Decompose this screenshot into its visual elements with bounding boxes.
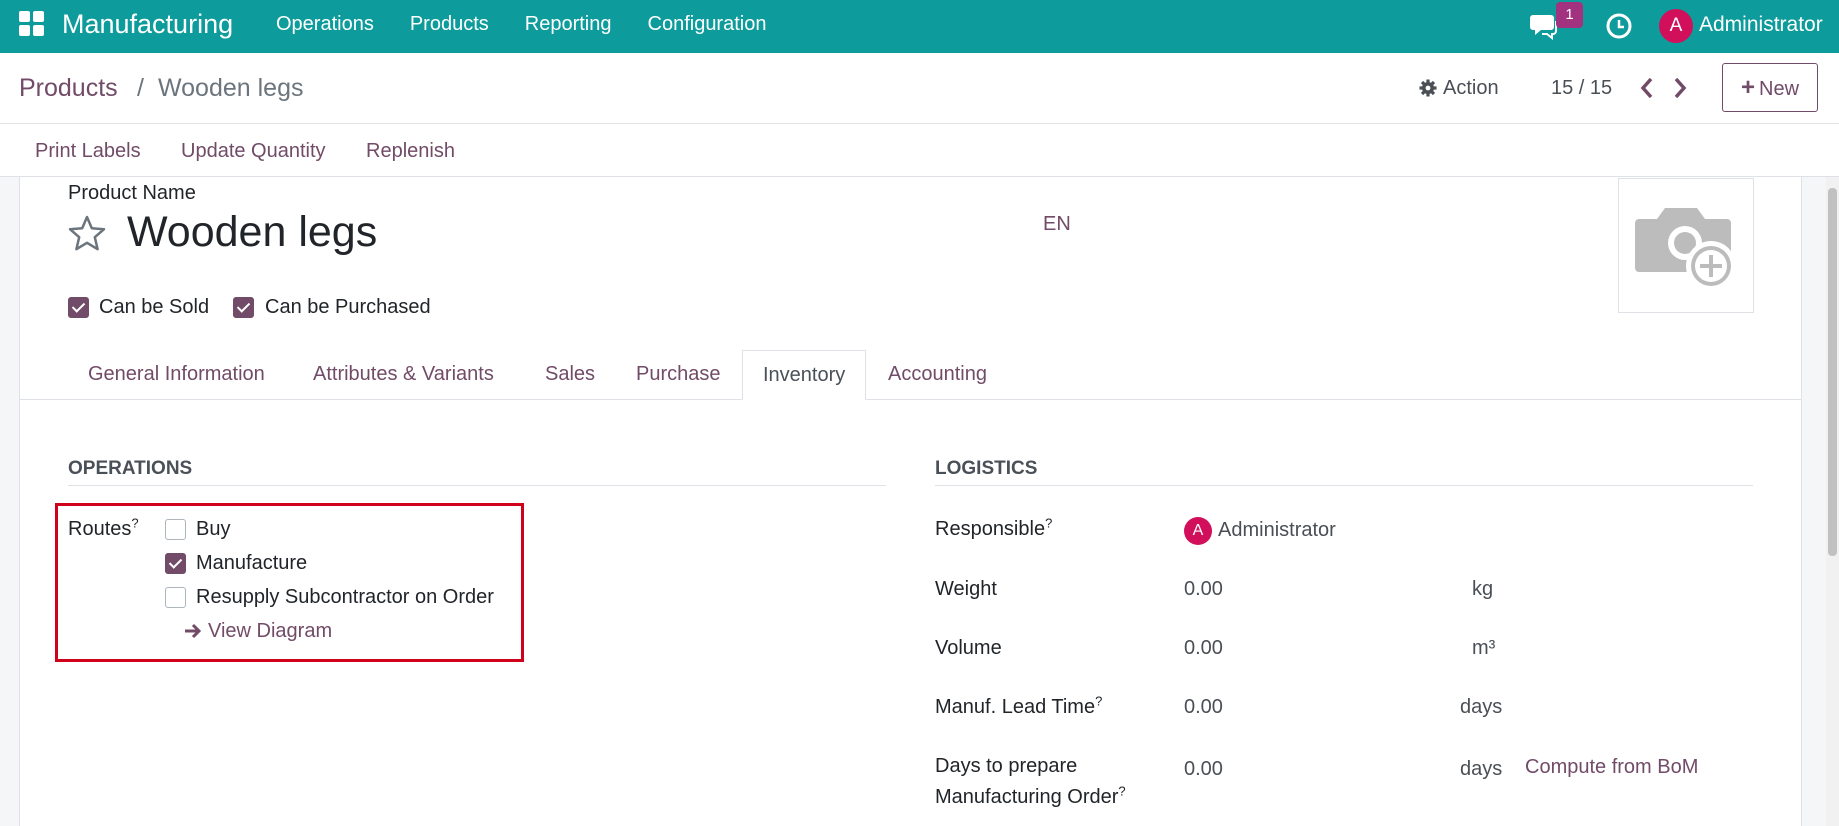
volume-label: Volume [935, 637, 1002, 659]
manuf-lead-time-label-text: Manuf. Lead Time [935, 696, 1096, 718]
tab-sales[interactable]: Sales [545, 350, 595, 400]
days-prepare-field[interactable]: 0.00 [1184, 754, 1223, 784]
main-menu: Operations Products Reporting Configurat… [258, 0, 784, 53]
product-name-label: Product Name [68, 182, 196, 204]
chevron-right-icon[interactable] [1670, 75, 1690, 101]
update-quantity-button[interactable]: Update Quantity [181, 139, 326, 163]
route-manufacture-checkbox[interactable] [165, 553, 186, 574]
form-sheet [19, 177, 1802, 826]
volume-unit: m³ [1472, 637, 1496, 659]
replenish-button[interactable]: Replenish [366, 139, 455, 163]
weight-label: Weight [935, 578, 997, 600]
gear-icon [1419, 79, 1437, 97]
tab-attributes-variants[interactable]: Attributes & Variants [313, 350, 494, 400]
lead-time-help-tooltip[interactable]: ? [1095, 693, 1102, 708]
manuf-lead-time-unit: days [1460, 696, 1503, 718]
action-label: Action [1443, 77, 1499, 99]
arrow-right-icon [185, 623, 202, 639]
product-name-field[interactable]: Wooden legs [127, 206, 377, 258]
pager-value[interactable]: 15 / 15 [1551, 76, 1612, 100]
breadcrumb-current: Wooden legs [158, 74, 304, 102]
tab-accounting[interactable]: Accounting [888, 350, 987, 400]
new-button-label: New [1759, 78, 1800, 100]
activity-clock-icon[interactable] [1605, 12, 1633, 40]
responsible-help-tooltip[interactable]: ? [1045, 515, 1052, 530]
chevron-left-icon[interactable] [1637, 75, 1657, 101]
route-resupply-subcontractor-checkbox[interactable] [165, 587, 186, 608]
manuf-lead-time-field[interactable]: 0.00 [1184, 692, 1223, 722]
operations-divider [68, 485, 886, 486]
manuf-lead-time-label: Manuf. Lead Time? [935, 692, 1102, 722]
app-title[interactable]: Manufacturing [62, 9, 233, 39]
weight-field[interactable]: 0.00 [1184, 574, 1223, 604]
weight-unit: kg [1472, 578, 1494, 600]
routes-label: Routes? [68, 514, 139, 544]
route-buy-label: Buy [196, 518, 231, 540]
route-buy-checkbox[interactable] [165, 519, 186, 540]
tab-general-information[interactable]: General Information [88, 350, 265, 400]
breadcrumb-separator: / [137, 74, 144, 102]
can-be-purchased-label: Can be Purchased [265, 296, 431, 318]
responsible-avatar: A [1184, 517, 1212, 545]
notification-badge: 1 [1556, 2, 1583, 28]
operations-section-title: OPERATIONS [68, 458, 193, 479]
menu-reporting[interactable]: Reporting [507, 0, 630, 53]
route-manufacture-label: Manufacture [196, 552, 308, 574]
days-prepare-label-line2: Manufacturing Order? [935, 782, 1126, 812]
can-be-sold-label: Can be Sold [99, 296, 210, 318]
user-menu[interactable]: Administrator [1699, 12, 1823, 38]
responsible-label-text: Responsible [935, 518, 1046, 540]
apps-grid-icon[interactable] [19, 11, 45, 37]
menu-products[interactable]: Products [392, 0, 507, 53]
breadcrumb-products[interactable]: Products [19, 73, 118, 103]
control-panel: Products / Wooden legs Action 15 / 15 + N… [0, 53, 1839, 124]
route-resupply-subcontractor-label: Resupply Subcontractor on Order [196, 586, 494, 608]
print-labels-button[interactable]: Print Labels [35, 139, 141, 163]
logistics-section-title: LOGISTICS [935, 458, 1038, 479]
star-icon[interactable] [67, 214, 107, 252]
camera-add-icon [1635, 208, 1736, 291]
plus-icon: + [1740, 74, 1755, 101]
days-prepare-label-line1: Days to prepare [935, 755, 1078, 777]
user-avatar[interactable]: A [1659, 9, 1693, 43]
new-button[interactable]: + New [1722, 63, 1818, 112]
menu-operations[interactable]: Operations [258, 0, 392, 53]
tab-inventory[interactable]: Inventory [742, 350, 867, 400]
statusbar: Print Labels Update Quantity Replenish [0, 124, 1839, 177]
logistics-divider [935, 485, 1753, 486]
can-be-sold-checkbox[interactable] [68, 297, 89, 318]
language-toggle[interactable]: EN [1043, 212, 1071, 236]
responsible-field[interactable]: Administrator [1218, 515, 1336, 545]
product-image-upload[interactable] [1618, 178, 1754, 313]
view-diagram-link[interactable]: View Diagram [184, 616, 332, 646]
days-prepare-help-tooltip[interactable]: ? [1118, 783, 1125, 798]
volume-field[interactable]: 0.00 [1184, 633, 1223, 663]
responsible-label: Responsible? [935, 514, 1052, 544]
routes-label-text: Routes [68, 518, 132, 540]
routes-help-tooltip[interactable]: ? [131, 515, 138, 530]
top-navbar: Manufacturing Operations Products Report… [0, 0, 1839, 53]
action-button[interactable]: Action [1419, 76, 1499, 100]
can-be-purchased-checkbox[interactable] [233, 297, 254, 318]
view-diagram-label: View Diagram [208, 620, 333, 642]
menu-configuration[interactable]: Configuration [630, 0, 785, 53]
days-prepare-label-text: Manufacturing Order [935, 786, 1119, 808]
tab-purchase[interactable]: Purchase [636, 350, 721, 400]
compute-from-bom-link[interactable]: Compute from BoM [1525, 752, 1698, 782]
days-prepare-unit: days [1460, 758, 1503, 780]
scrollbar-thumb[interactable] [1828, 188, 1837, 556]
